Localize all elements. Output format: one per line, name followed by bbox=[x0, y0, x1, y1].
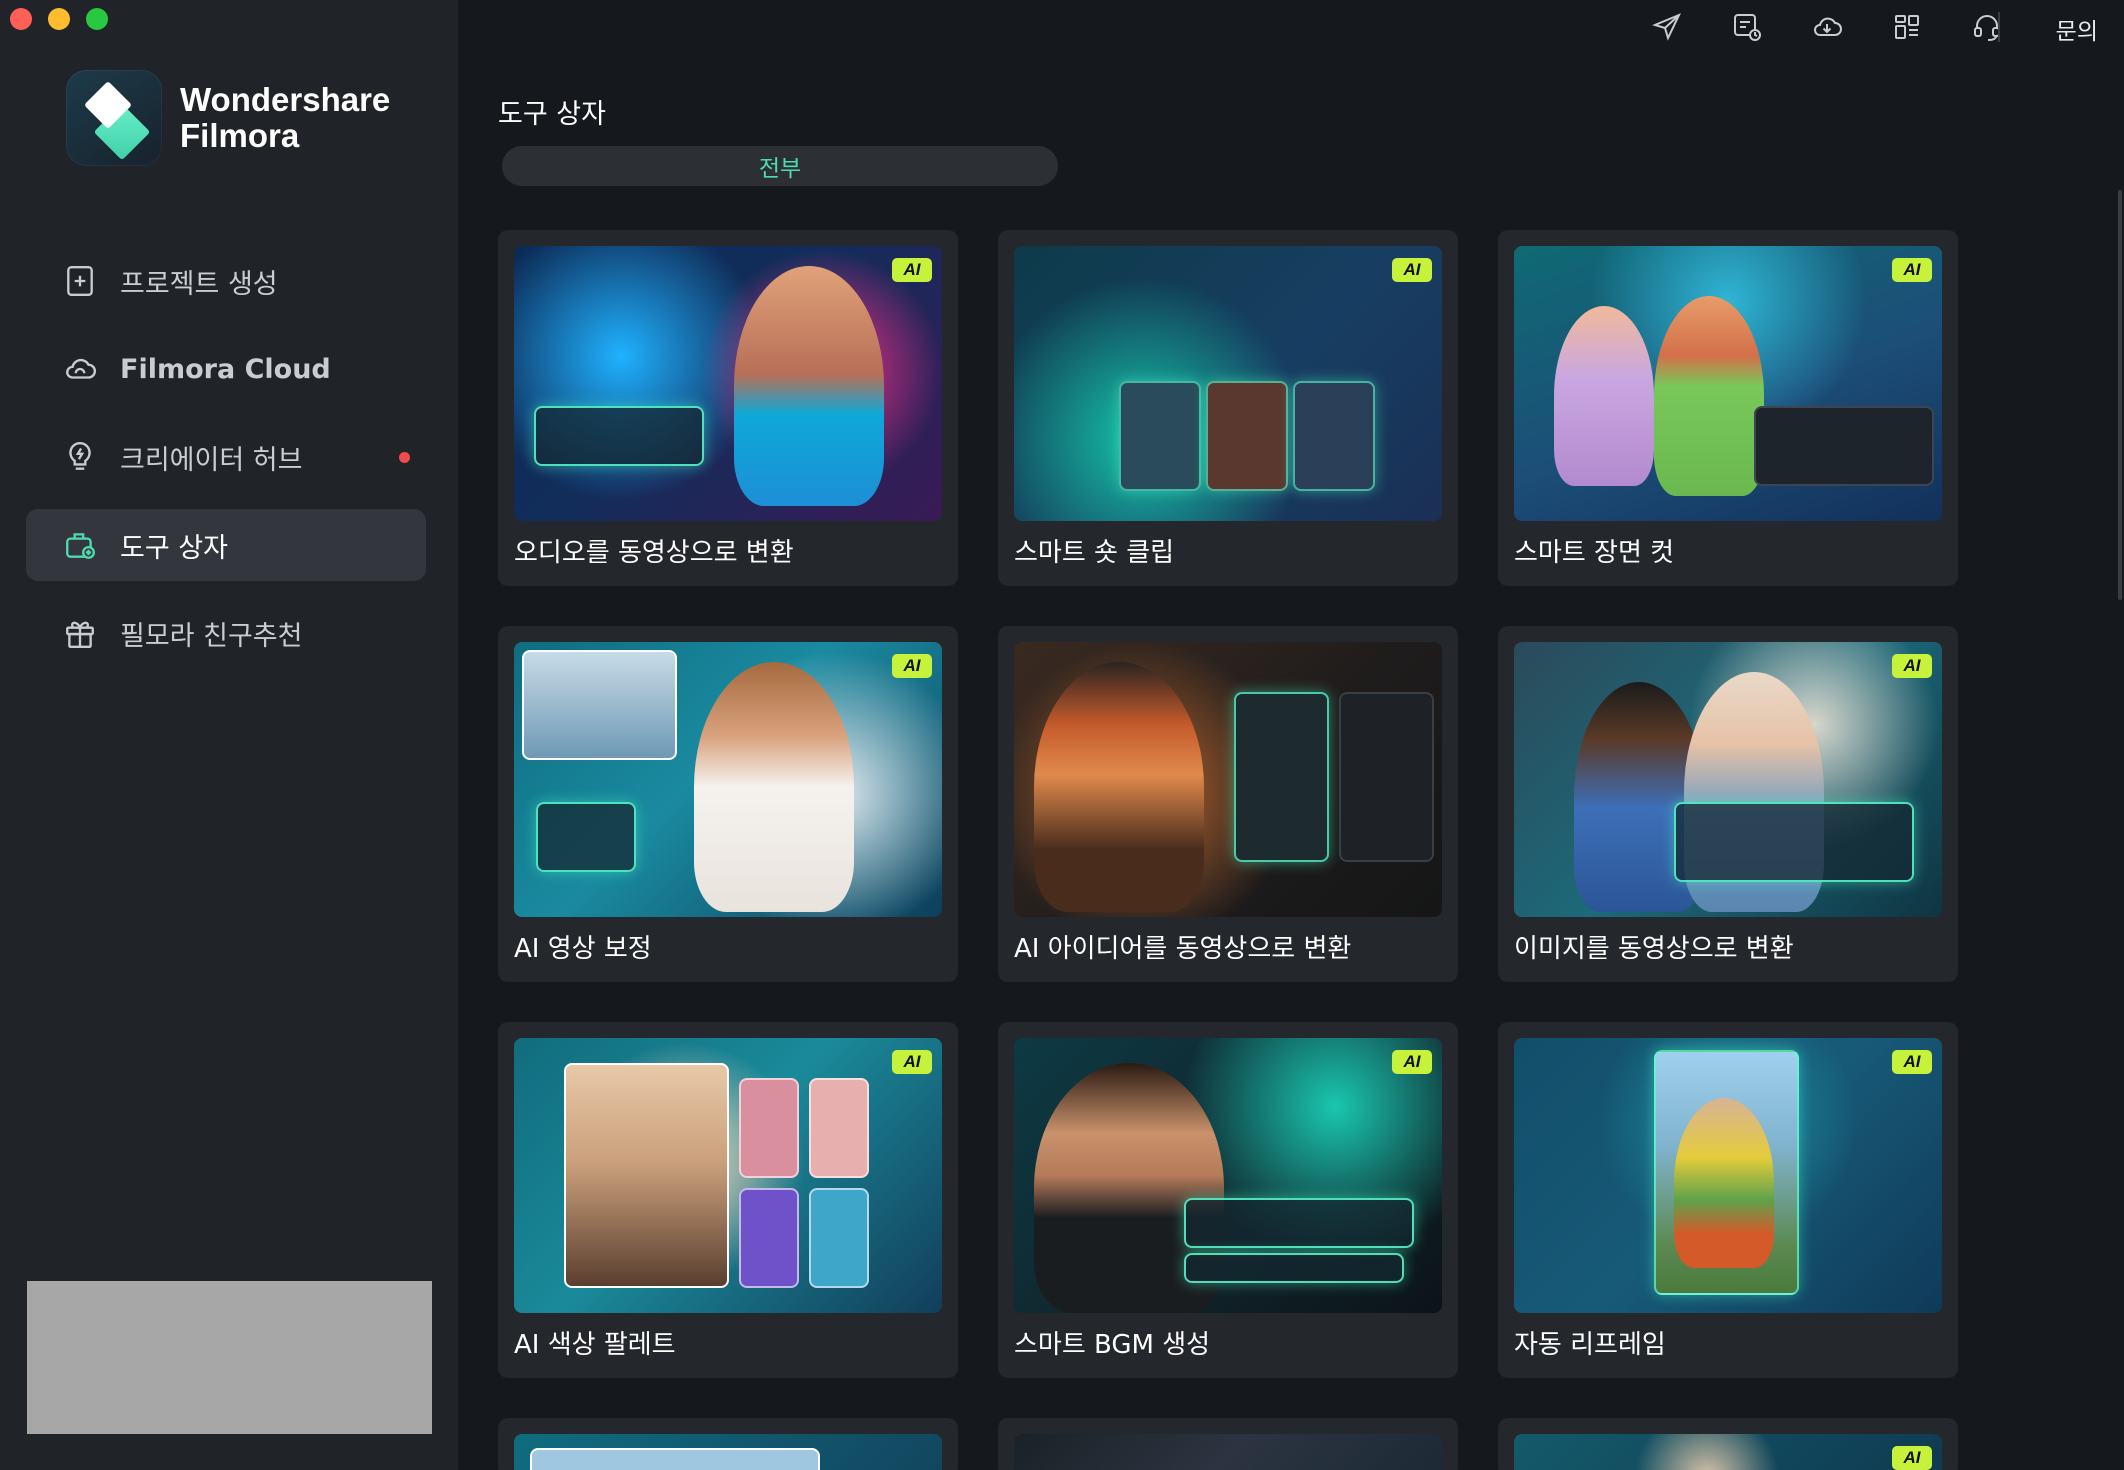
sidebar-item-filmora-cloud[interactable]: Filmora Cloud bbox=[26, 333, 426, 405]
tool-card-smart-scene-cut[interactable]: AI 스마트 장면 컷 bbox=[1498, 230, 1958, 586]
zoom-window-button[interactable] bbox=[86, 8, 108, 30]
tool-card-label: 이미지를 동영상으로 변환 bbox=[1514, 934, 1794, 964]
tool-card-label: AI 영상 보정 bbox=[514, 934, 652, 964]
ai-badge: AI bbox=[1392, 1050, 1432, 1074]
inquiry-button[interactable]: 문의 bbox=[2056, 12, 2098, 46]
close-window-button[interactable] bbox=[10, 8, 32, 30]
ai-badge: AI bbox=[1392, 258, 1432, 282]
tool-thumbnail bbox=[514, 246, 942, 521]
ai-badge: AI bbox=[892, 654, 932, 678]
cloud-download-icon[interactable] bbox=[1810, 10, 1844, 44]
send-icon[interactable] bbox=[1650, 10, 1684, 44]
ai-badge: AI bbox=[1892, 1050, 1932, 1074]
tool-card-partial[interactable]: AI bbox=[1498, 1418, 1958, 1470]
notification-dot bbox=[399, 452, 410, 463]
tool-card-label: 오디오를 동영상으로 변환 bbox=[514, 538, 794, 568]
sidebar-item-label: 도구 상자 bbox=[120, 532, 228, 564]
sidebar-item-creator-hub[interactable]: 크리에이터 허브 bbox=[26, 421, 426, 493]
sidebar: Wondershare Filmora 프로젝트 생성 Filmora Clou… bbox=[0, 0, 458, 1470]
cloud-icon bbox=[62, 351, 98, 387]
filmora-logo-icon bbox=[66, 70, 162, 166]
window-controls bbox=[10, 8, 108, 30]
ai-badge: AI bbox=[1892, 258, 1932, 282]
sidebar-item-label: 필모라 친구추천 bbox=[120, 620, 303, 652]
tool-card-auto-reframe[interactable]: AI 자동 리프레임 bbox=[1498, 1022, 1958, 1378]
tool-card-label: AI 색상 팔레트 bbox=[514, 1330, 676, 1360]
tool-thumbnail bbox=[1014, 246, 1442, 521]
tool-card-label: 스마트 숏 클립 bbox=[1014, 538, 1175, 568]
tool-card-label: 스마트 장면 컷 bbox=[1514, 538, 1675, 568]
ai-badge: AI bbox=[892, 1050, 932, 1074]
ai-badge: AI bbox=[1892, 654, 1932, 678]
page-title: 도구 상자 bbox=[498, 99, 606, 130]
toolbox-icon bbox=[62, 527, 98, 563]
tool-card-audio-to-video[interactable]: AI 오디오를 동영상으로 변환 bbox=[498, 230, 958, 586]
minimize-window-button[interactable] bbox=[48, 8, 70, 30]
tool-thumbnail bbox=[514, 1434, 942, 1470]
tool-card-ai-color-palette[interactable]: AI AI 색상 팔레트 bbox=[498, 1022, 958, 1378]
tool-thumbnail bbox=[1514, 642, 1942, 917]
sidebar-nav: 프로젝트 생성 Filmora Cloud 크리에이터 허브 도구 상자 필모라… bbox=[26, 245, 426, 685]
gift-icon bbox=[62, 615, 98, 651]
topbar-divider bbox=[1998, 12, 2000, 42]
tool-card-label: AI 아이디어를 동영상으로 변환 bbox=[1014, 934, 1352, 964]
tool-card-label: 스마트 BGM 생성 bbox=[1014, 1330, 1211, 1360]
promo-banner-placeholder[interactable] bbox=[27, 1281, 432, 1434]
filter-tab-all[interactable]: 전부 bbox=[502, 146, 1058, 186]
tool-thumbnail bbox=[1514, 1038, 1942, 1313]
sidebar-item-create-project[interactable]: 프로젝트 생성 bbox=[26, 245, 426, 317]
tool-thumbnail bbox=[1014, 1434, 1442, 1470]
tool-card-label: 자동 리프레임 bbox=[1514, 1330, 1666, 1360]
feedback-icon[interactable] bbox=[1730, 10, 1764, 44]
sidebar-item-label: 프로젝트 생성 bbox=[120, 268, 278, 300]
tool-thumbnail bbox=[1014, 642, 1442, 917]
ai-badge: AI bbox=[892, 258, 932, 282]
brand-line2: Filmora bbox=[180, 117, 300, 154]
tool-card-image-to-video[interactable]: AI 이미지를 동영상으로 변환 bbox=[1498, 626, 1958, 982]
brand: Wondershare Filmora bbox=[66, 70, 390, 166]
tool-card-smart-short-clips[interactable]: AI 스마트 숏 클립 bbox=[998, 230, 1458, 586]
tool-thumbnail bbox=[1014, 1038, 1442, 1313]
topbar-icons bbox=[1650, 10, 2004, 44]
tool-card-smart-bgm[interactable]: AI 스마트 BGM 생성 bbox=[998, 1022, 1458, 1378]
tool-thumbnail bbox=[514, 1038, 942, 1313]
lightbulb-icon bbox=[62, 439, 98, 475]
scrollbar[interactable] bbox=[2118, 190, 2122, 600]
tool-card-partial[interactable] bbox=[498, 1418, 958, 1470]
brand-name: Wondershare Filmora bbox=[180, 82, 390, 154]
tool-card-partial[interactable] bbox=[998, 1418, 1458, 1470]
sidebar-item-label: 크리에이터 허브 bbox=[120, 444, 303, 476]
new-project-icon bbox=[62, 263, 98, 299]
apps-grid-icon[interactable] bbox=[1890, 10, 1924, 44]
tool-thumbnail bbox=[1514, 246, 1942, 521]
tool-card-ai-video-enhance[interactable]: AI AI 영상 보정 bbox=[498, 626, 958, 982]
filmora-app: Wondershare Filmora 프로젝트 생성 Filmora Clou… bbox=[0, 0, 2124, 1470]
ai-badge: AI bbox=[1892, 1446, 1932, 1470]
sidebar-item-label: Filmora Cloud bbox=[120, 353, 331, 385]
topbar: 문의 bbox=[458, 0, 2124, 56]
tool-thumbnail bbox=[514, 642, 942, 917]
brand-line1: Wondershare bbox=[180, 81, 391, 118]
tool-thumbnail bbox=[1514, 1434, 1942, 1470]
sidebar-item-toolbox[interactable]: 도구 상자 bbox=[26, 509, 426, 581]
tool-card-ai-idea-to-video[interactable]: AI 아이디어를 동영상으로 변환 bbox=[998, 626, 1458, 982]
sidebar-item-referral[interactable]: 필모라 친구추천 bbox=[26, 597, 426, 669]
